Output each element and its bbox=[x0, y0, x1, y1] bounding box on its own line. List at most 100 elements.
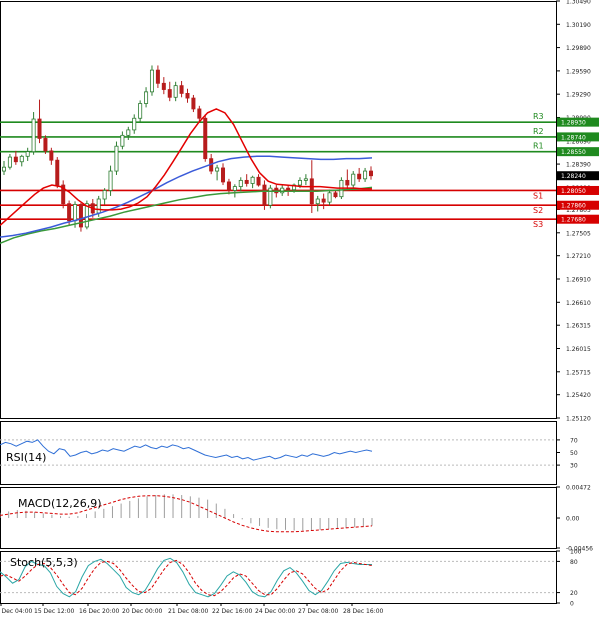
candle-body bbox=[274, 187, 279, 194]
stoch-tick-label: 0 bbox=[570, 601, 574, 608]
price-tick-label: 1.26315 bbox=[566, 323, 591, 330]
candle-body bbox=[215, 167, 220, 172]
candle-body bbox=[238, 179, 243, 187]
candle-body bbox=[262, 184, 267, 206]
rsi-tick-label: 70 bbox=[570, 437, 578, 444]
forex-chart: 1.30490 1.30190 1.29890 1.29590 1.29290 1.289… bbox=[0, 0, 599, 615]
candle-body bbox=[203, 117, 208, 160]
macd-tick-label: 0.00 bbox=[566, 516, 580, 523]
price-tick-label: 1.26015 bbox=[566, 346, 591, 353]
candle-body bbox=[25, 151, 30, 157]
price-tick-label: 1.30490 bbox=[566, 0, 591, 6]
candle-body bbox=[108, 170, 113, 191]
candle-body bbox=[43, 138, 48, 152]
candle-body bbox=[286, 187, 291, 191]
candle-body bbox=[244, 179, 249, 184]
candle-body bbox=[250, 176, 255, 184]
ma-green-line bbox=[0, 186, 373, 244]
level-name-r1: R1 bbox=[533, 142, 544, 151]
level-name-s3: S3 bbox=[533, 220, 543, 229]
candle-body bbox=[67, 203, 72, 222]
price-panel-frame bbox=[0, 1, 557, 419]
macd-panel: 0.004720.00-0.00456MACD(12,26,9) bbox=[0, 485, 593, 553]
x-tick-label: 22 Dec 16:00 bbox=[212, 608, 253, 615]
candle-body bbox=[132, 117, 137, 131]
rsi-panel: 70 50 30 RSI(14) bbox=[0, 421, 578, 485]
rsi-title: RSI(14) bbox=[6, 451, 46, 464]
candle-body bbox=[7, 156, 12, 168]
candle-body bbox=[173, 85, 178, 98]
candle-body bbox=[37, 118, 42, 139]
price-tick-label: 1.29590 bbox=[566, 68, 591, 75]
candle-body bbox=[96, 198, 101, 214]
candle-body bbox=[179, 85, 184, 94]
price-tick-label: 1.25120 bbox=[566, 416, 591, 423]
candle-body bbox=[232, 186, 237, 191]
rsi-tick-label: 30 bbox=[570, 463, 578, 470]
candle-body bbox=[297, 179, 302, 186]
candle-body bbox=[226, 181, 231, 191]
level-price-r3: 1.28930 bbox=[561, 120, 586, 127]
candle-body bbox=[351, 173, 356, 186]
candle-body bbox=[149, 69, 154, 93]
candle-body bbox=[333, 192, 338, 198]
candle-body bbox=[13, 156, 18, 163]
candle-body bbox=[55, 159, 60, 186]
candle-body bbox=[221, 167, 226, 183]
level-name-s2: S2 bbox=[533, 206, 543, 215]
candle-body bbox=[197, 108, 202, 119]
candle-body bbox=[144, 91, 149, 104]
stoch-panel-frame bbox=[0, 551, 557, 604]
candle-body bbox=[368, 170, 373, 177]
candle-body bbox=[321, 198, 326, 203]
x-axis: 15 Dec 04:0015 Dec 12:00 16 Dec 20:0020 D… bbox=[0, 603, 384, 615]
level-name-s1: S1 bbox=[533, 191, 543, 200]
price-panel: 1.30490 1.30190 1.29890 1.29590 1.29290 1.289… bbox=[0, 0, 599, 423]
candle-body bbox=[280, 187, 285, 194]
x-tick-label: 20 Dec 00:00 bbox=[122, 608, 163, 615]
rsi-panel-frame bbox=[0, 421, 557, 485]
level-price-s2: 1.27860 bbox=[561, 203, 586, 210]
price-tick-label: 1.27505 bbox=[566, 230, 591, 237]
candle-body bbox=[357, 173, 362, 180]
candle-body bbox=[102, 190, 107, 200]
price-tick-label: 1.28390 bbox=[566, 162, 591, 169]
x-tick-label: 16 Dec 20:00 bbox=[79, 608, 120, 615]
candle-body bbox=[138, 103, 143, 119]
price-tick-label: 1.29890 bbox=[566, 45, 591, 52]
price-tick-label: 1.26910 bbox=[566, 277, 591, 284]
candle-body bbox=[191, 97, 196, 110]
candle-body bbox=[126, 129, 131, 136]
candle-body bbox=[19, 155, 24, 163]
price-tick-label: 1.25420 bbox=[566, 392, 591, 399]
candle-body bbox=[185, 93, 190, 99]
stoch-tick-label: 80 bbox=[570, 559, 578, 566]
candle-body bbox=[256, 176, 261, 186]
stoch-title: Stoch(5,5,3) bbox=[10, 556, 78, 569]
x-tick-label: 27 Dec 08:00 bbox=[298, 608, 339, 615]
price-tick-label: 1.29290 bbox=[566, 92, 591, 99]
candle-body bbox=[2, 166, 7, 172]
stoch-tick-label: 20 bbox=[570, 590, 578, 597]
x-tick-label: 24 Dec 00:00 bbox=[255, 608, 296, 615]
level-price-s3: 1.27680 bbox=[561, 217, 586, 224]
candle-body bbox=[31, 118, 36, 153]
rsi-tick-label: 50 bbox=[570, 450, 578, 457]
stoch-tick-label: 100 bbox=[570, 549, 582, 556]
stoch-panel: 100 80 20 0 Stoch(5,5,3) bbox=[0, 549, 582, 608]
x-tick-label: 28 Dec 16:00 bbox=[343, 608, 384, 615]
candle-body bbox=[155, 69, 160, 84]
macd-tick-label: 0.00472 bbox=[566, 485, 591, 492]
price-tick-label: 1.30190 bbox=[566, 22, 591, 29]
candle-body bbox=[120, 134, 125, 147]
candle-body bbox=[327, 192, 332, 203]
level-price-s1: 1.28050 bbox=[561, 188, 586, 195]
x-tick-label: 15 Dec 04:00 bbox=[0, 608, 33, 615]
candle-body bbox=[345, 179, 350, 186]
x-tick-label: 21 Dec 08:00 bbox=[168, 608, 209, 615]
x-tick-label: 15 Dec 12:00 bbox=[34, 608, 75, 615]
candle-body bbox=[114, 145, 119, 172]
price-tick-label: 1.27210 bbox=[566, 253, 591, 260]
candle-body bbox=[49, 150, 54, 161]
level-name-r2: R2 bbox=[533, 127, 544, 136]
